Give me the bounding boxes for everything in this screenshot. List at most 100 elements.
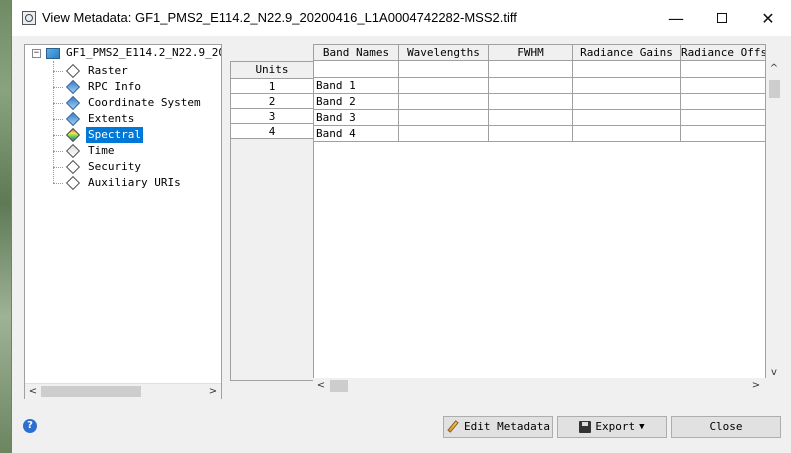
grid-cell[interactable] <box>399 94 489 110</box>
scroll-up-icon[interactable]: ^ <box>766 61 782 77</box>
window-title: View Metadata: GF1_PMS2_E114.2_N22.9_202… <box>42 10 517 25</box>
edit-metadata-label: Edit Metadata <box>463 420 551 433</box>
close-window-button[interactable]: ✕ <box>745 0 791 36</box>
grid-horizontal-scrollbar[interactable]: < > <box>313 378 766 394</box>
tree-item-label: Time <box>88 144 115 157</box>
tree-root-label: GF1_PMS2_E114.2_N22.9_20200416_L1A000474… <box>66 46 221 59</box>
tree-item-extents[interactable]: Extents <box>25 111 221 127</box>
tree-item-label: Extents <box>88 112 135 125</box>
grid-cell[interactable] <box>573 126 681 142</box>
tag-icon <box>65 63 81 79</box>
grid-cell[interactable] <box>489 126 573 142</box>
tree-item-time[interactable]: Time <box>25 143 221 159</box>
grid-cell[interactable] <box>681 78 765 94</box>
grid-cell[interactable] <box>681 94 765 110</box>
grid-cell[interactable] <box>573 110 681 126</box>
tree-item-coordinate-system[interactable]: Coordinate System <box>25 95 221 111</box>
tree-root-node[interactable]: − GF1_PMS2_E114.2_N22.9_20200416_L1A0004… <box>25 45 221 61</box>
column-header[interactable]: Band Names <box>314 45 399 61</box>
grid-cell[interactable] <box>489 61 573 78</box>
tree-branch <box>53 87 63 88</box>
export-button[interactable]: Export ▼ <box>557 416 667 438</box>
tree-item-label: Security <box>88 160 141 173</box>
minimize-button[interactable]: — <box>653 0 699 36</box>
grid-cell[interactable]: Band 1 <box>314 78 399 94</box>
grid-cell[interactable] <box>399 126 489 142</box>
grid-cell[interactable] <box>399 78 489 94</box>
unit-cell[interactable]: 3 <box>231 109 313 124</box>
units-header: Units <box>231 62 313 79</box>
tree-item-spectral[interactable]: Spectral <box>25 127 221 143</box>
grid-cell[interactable]: Band 3 <box>314 110 399 126</box>
tree-branch <box>53 119 63 120</box>
tree-item-label: Auxiliary URIs <box>88 176 181 189</box>
close-label: Close <box>709 420 743 433</box>
raster-file-icon <box>46 48 60 59</box>
spectral-grid[interactable]: Band Names Wavelengths FWHM Radiance Gai… <box>313 44 766 382</box>
tree-item-label: Raster <box>88 64 128 77</box>
grid-cell[interactable] <box>573 61 681 78</box>
app-icon <box>22 11 36 25</box>
grid-cell[interactable]: Band 2 <box>314 94 399 110</box>
grid-cell[interactable] <box>489 78 573 94</box>
tree-item-label: Coordinate System <box>88 96 201 109</box>
unit-cell[interactable]: 2 <box>231 94 313 109</box>
maximize-icon <box>717 13 727 23</box>
tree-item-rpc-info[interactable]: RPC Info <box>25 79 221 95</box>
tree-item-security[interactable]: Security <box>25 159 221 175</box>
grid-cell[interactable] <box>681 126 765 142</box>
scroll-thumb[interactable] <box>330 380 348 392</box>
tree-item-label: Spectral <box>86 127 143 143</box>
column-header[interactable]: Radiance Gains <box>573 45 681 61</box>
scroll-left-icon[interactable]: < <box>27 384 39 399</box>
tree-branch <box>53 135 63 136</box>
grid-cell[interactable] <box>573 94 681 110</box>
unit-cell[interactable]: 4 <box>231 124 313 139</box>
tree-horizontal-scrollbar[interactable]: < > <box>25 383 221 399</box>
export-label: Export <box>595 420 636 433</box>
tree-branch <box>53 103 63 104</box>
tree-branch <box>53 183 63 184</box>
grid-cell[interactable] <box>314 61 399 78</box>
tree-branch <box>53 167 63 168</box>
column-header[interactable]: Radiance Offsets <box>681 45 765 61</box>
tag-icon <box>65 159 81 175</box>
tag-icon <box>65 95 81 111</box>
minimize-icon: — <box>668 8 684 28</box>
grid-cell[interactable] <box>681 110 765 126</box>
edit-metadata-button[interactable]: Edit Metadata <box>443 416 553 438</box>
pencil-icon <box>446 420 460 434</box>
tree-item-raster[interactable]: Raster <box>25 63 221 79</box>
grid-cell[interactable] <box>399 110 489 126</box>
scroll-thumb[interactable] <box>41 386 141 397</box>
maximize-button[interactable] <box>699 0 745 36</box>
scroll-right-icon[interactable]: > <box>750 378 762 394</box>
column-header[interactable]: FWHM <box>489 45 573 61</box>
scroll-thumb[interactable] <box>769 80 780 98</box>
help-icon[interactable]: ? <box>23 419 37 433</box>
column-header[interactable]: Wavelengths <box>399 45 489 61</box>
grid-cell[interactable] <box>489 94 573 110</box>
tree-item-label: RPC Info <box>88 80 141 93</box>
tag-icon <box>65 143 81 159</box>
tree-branch <box>53 151 63 152</box>
collapse-icon[interactable]: − <box>32 49 41 58</box>
grid-cell[interactable] <box>399 61 489 78</box>
grid-cell[interactable] <box>681 61 765 78</box>
tree-branch <box>53 71 63 72</box>
scroll-right-icon[interactable]: > <box>207 384 219 399</box>
grid-cell[interactable] <box>573 78 681 94</box>
title-bar: View Metadata: GF1_PMS2_E114.2_N22.9_202… <box>12 0 791 36</box>
floppy-disk-icon <box>579 421 592 433</box>
close-button[interactable]: Close <box>671 416 781 438</box>
grid-cell[interactable] <box>489 110 573 126</box>
unit-cell[interactable]: 1 <box>231 79 313 94</box>
tree-item-auxiliary-uris[interactable]: Auxiliary URIs <box>25 175 221 191</box>
tag-icon <box>65 175 81 191</box>
grid-cell[interactable]: Band 4 <box>314 126 399 142</box>
grid-vertical-scrollbar[interactable]: ^ v <box>766 61 782 381</box>
metadata-tree[interactable]: − GF1_PMS2_E114.2_N22.9_20200416_L1A0004… <box>24 44 222 399</box>
close-icon: ✕ <box>761 8 775 28</box>
scroll-left-icon[interactable]: < <box>315 378 327 394</box>
scroll-down-icon[interactable]: v <box>766 365 782 381</box>
